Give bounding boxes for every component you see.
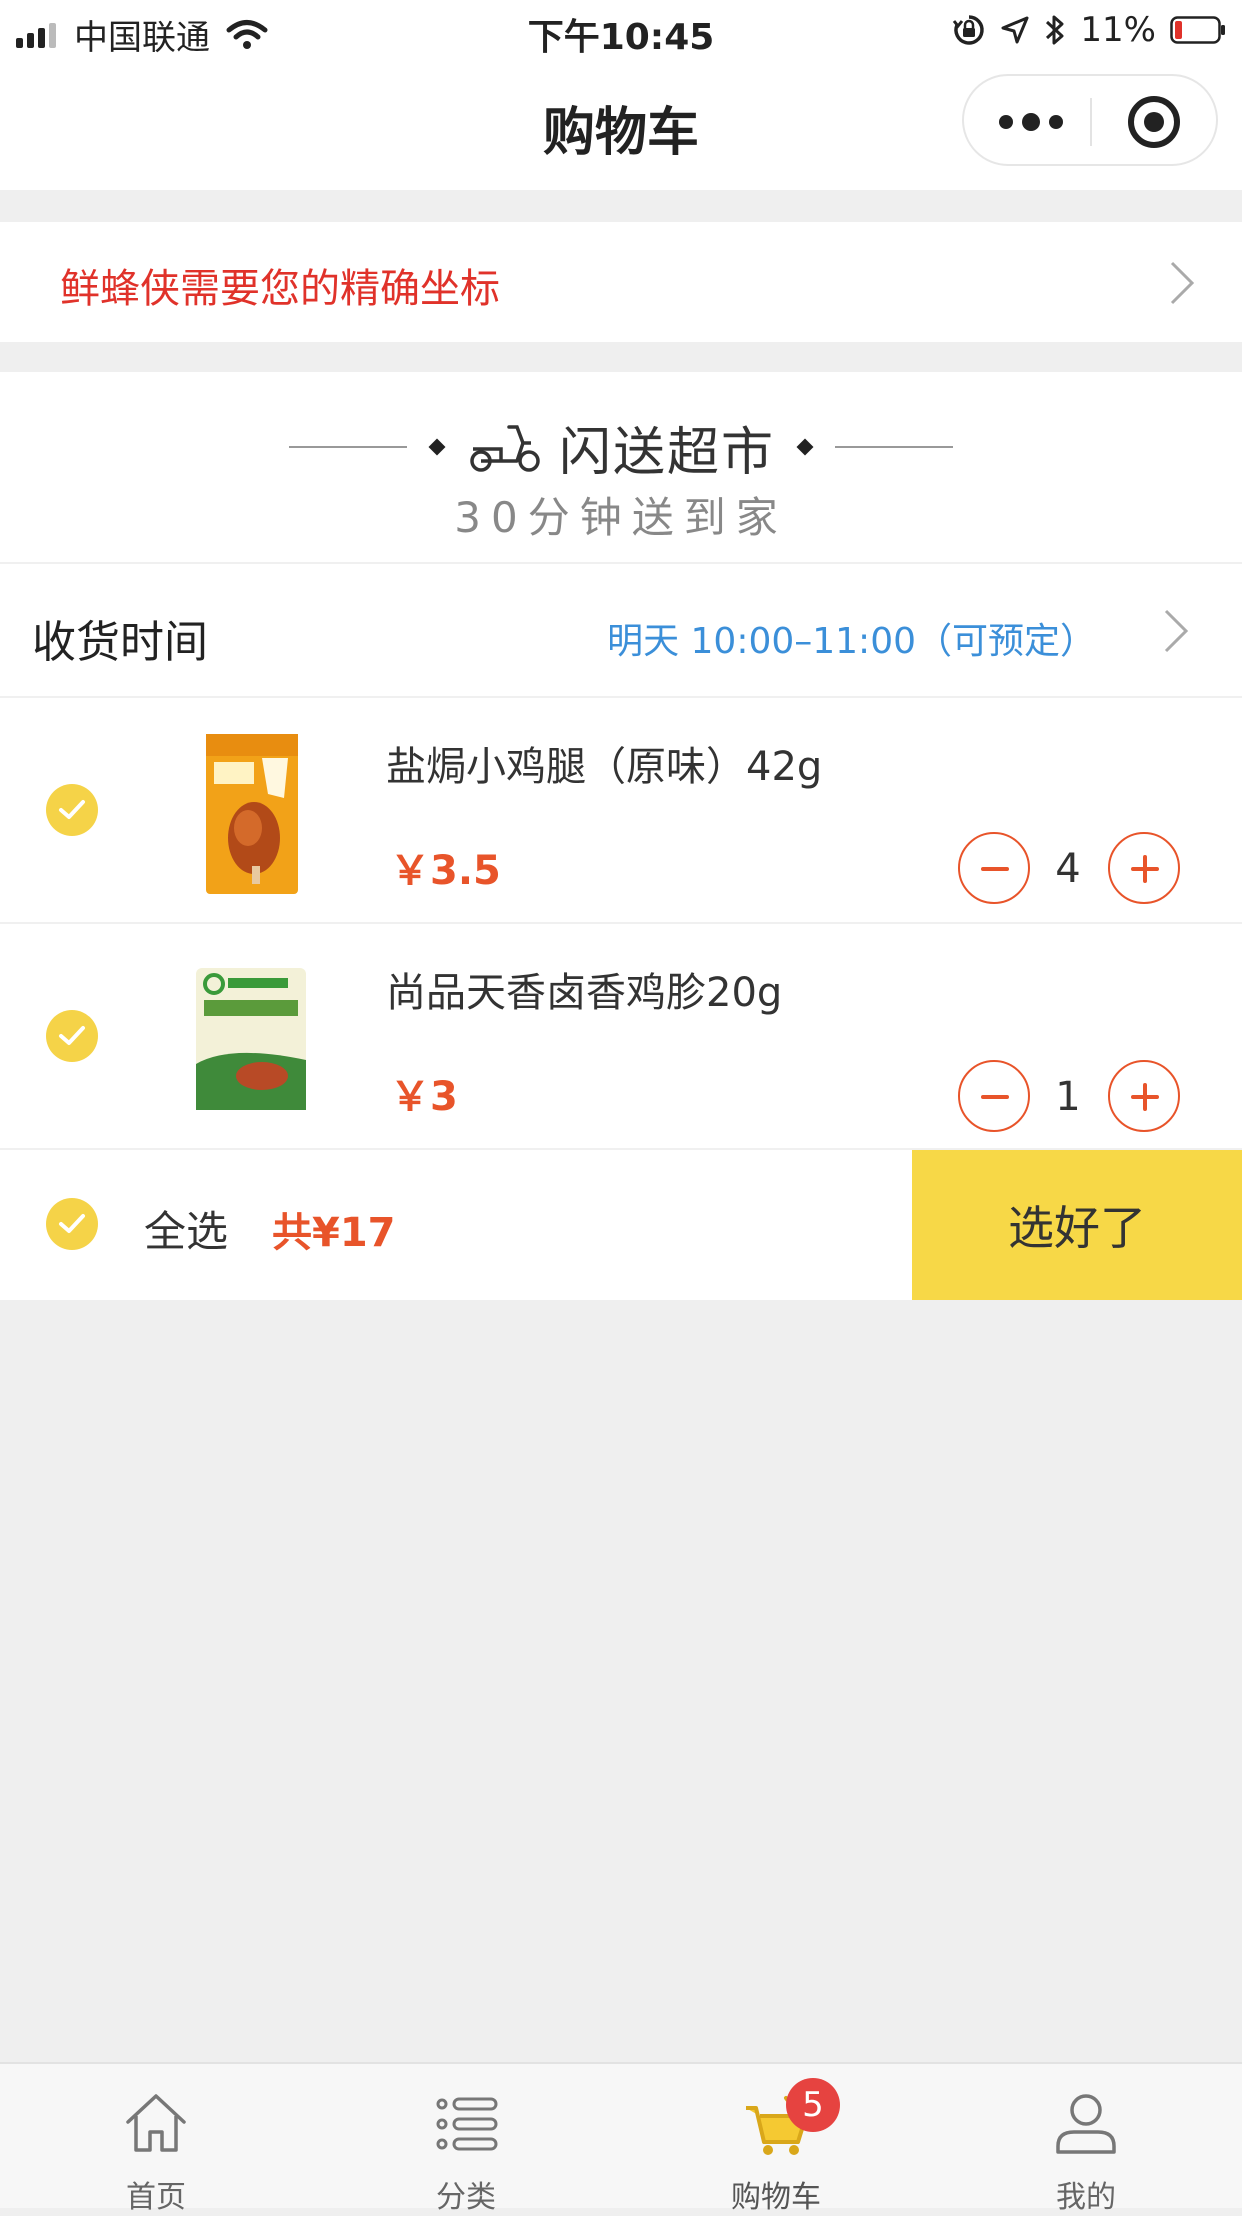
checkmark-icon <box>59 1214 85 1233</box>
checkout-bar: 全选 共¥17 选好了 <box>0 1150 1242 1300</box>
item-quantity: 1 <box>1055 1074 1081 1120</box>
capsule-divider <box>1090 98 1092 146</box>
battery-percent: 11% <box>1080 10 1156 50</box>
target-circle-icon <box>1128 96 1180 148</box>
delivery-time-value: 明天 10:00–11:00（可预定） <box>607 621 1096 662</box>
decrease-quantity-button[interactable] <box>958 1060 1030 1132</box>
tab-cart[interactable]: 5 购物车 <box>676 2064 876 2215</box>
select-all-checkbox[interactable] <box>46 1198 98 1250</box>
item-quantity: 4 <box>1055 846 1081 892</box>
nav-bar: 购物车 <box>0 62 1242 190</box>
list-icon <box>436 2097 498 2151</box>
item-name: 盐焗小鸡腿（原味）42g <box>386 744 823 790</box>
status-right: 11% <box>938 10 1226 50</box>
chevron-right-icon <box>1170 261 1195 305</box>
location-permission-banner[interactable]: 鲜蜂侠需要您的精确坐标 <box>0 222 1242 342</box>
product-image-gizzard[interactable] <box>190 954 312 1124</box>
decorative-diamond <box>796 438 814 456</box>
delivery-time-label: 收货时间 <box>32 617 208 668</box>
plus-icon <box>1131 1083 1159 1111</box>
tab-home[interactable]: 首页 <box>56 2064 256 2215</box>
item-checkbox[interactable] <box>46 784 98 836</box>
cart-item: 盐焗小鸡腿（原味）42g ￥3.5 4 <box>0 698 1242 924</box>
product-image-chicken-leg[interactable] <box>184 728 316 898</box>
close-mini-program-button[interactable] <box>1114 90 1194 154</box>
store-subtitle: 30分钟送到家 <box>454 493 788 542</box>
tab-label: 分类 <box>436 2180 496 2215</box>
increase-quantity-button[interactable] <box>1108 1060 1180 1132</box>
scooter-icon <box>470 425 540 472</box>
rotation-lock-icon <box>953 15 985 45</box>
checkmark-icon <box>59 1026 85 1045</box>
tab-category[interactable]: 分类 <box>366 2064 566 2215</box>
checkout-button[interactable]: 选好了 <box>912 1150 1242 1300</box>
item-price: ￥3.5 <box>390 848 501 894</box>
more-dots-icon <box>999 113 1063 131</box>
cart-item: 尚品天香卤香鸡胗20g ￥3 1 <box>0 924 1242 1150</box>
store-name: 闪送超市 <box>558 422 775 483</box>
location-arrow-icon <box>1001 16 1029 44</box>
status-bar: 中国联通 下午10:45 11% <box>0 0 1242 62</box>
minus-icon <box>981 867 1009 871</box>
tab-label: 购物车 <box>731 2180 821 2215</box>
delivery-time-row[interactable]: 收货时间 明天 10:00–11:00（可预定） <box>0 564 1242 698</box>
decorative-line <box>835 446 953 448</box>
home-icon <box>126 2094 186 2152</box>
item-price: ￥3 <box>390 1074 458 1120</box>
item-name: 尚品天香卤香鸡胗20g <box>386 970 783 1016</box>
select-all-label[interactable]: 全选 <box>144 1198 228 1259</box>
minus-icon <box>981 1095 1009 1099</box>
store-header: 闪送超市 30分钟送到家 <box>0 372 1242 564</box>
item-checkbox[interactable] <box>46 1010 98 1062</box>
plus-icon <box>1131 855 1159 883</box>
decorative-diamond <box>428 438 446 456</box>
mini-program-capsule <box>962 74 1218 166</box>
checkmark-icon <box>59 800 85 819</box>
user-icon <box>1056 2094 1116 2154</box>
bluetooth-icon <box>1046 15 1064 45</box>
location-banner-text: 鲜蜂侠需要您的精确坐标 <box>60 266 500 312</box>
cart-total: 共¥17 <box>272 1210 396 1256</box>
chevron-right-icon <box>1164 609 1189 653</box>
store-title-row: 闪送超市 <box>0 412 1242 483</box>
tab-profile[interactable]: 我的 <box>986 2064 1186 2215</box>
more-button[interactable] <box>988 96 1074 148</box>
tab-label: 我的 <box>1056 2180 1116 2215</box>
battery-icon <box>1170 16 1225 44</box>
decrease-quantity-button[interactable] <box>958 832 1030 904</box>
decorative-line <box>288 446 407 448</box>
increase-quantity-button[interactable] <box>1108 832 1180 904</box>
tab-label: 首页 <box>126 2180 186 2215</box>
tab-bar: 首页 分类 5 购物车 我的 <box>0 2062 1242 2215</box>
cart-count-badge: 5 <box>786 2078 840 2132</box>
